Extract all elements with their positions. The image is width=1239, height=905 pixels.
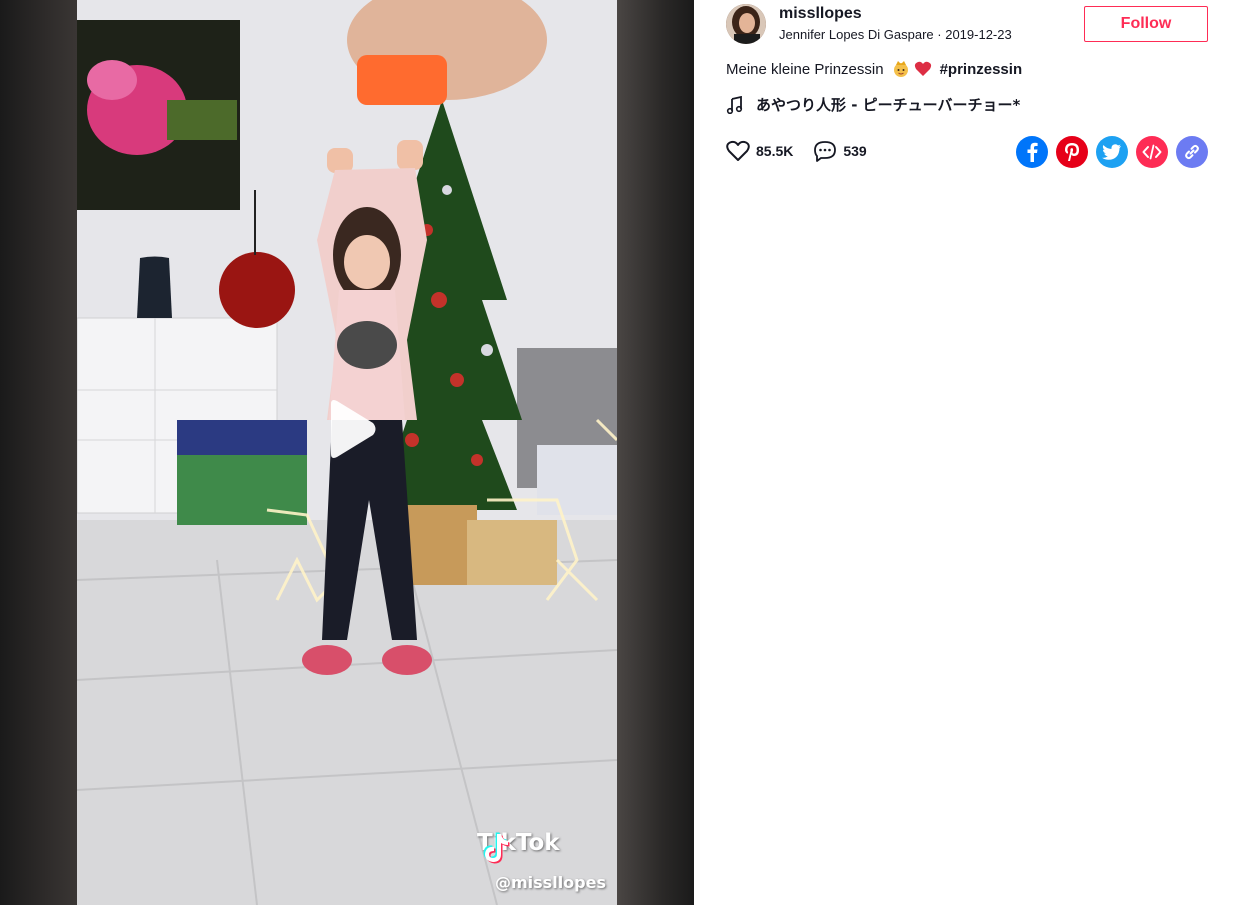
video-player[interactable]: TikTok @missllopes (0, 0, 694, 905)
comment-icon (814, 141, 837, 162)
hashtag-link[interactable]: #prinzessin (940, 61, 1023, 78)
like-count: 85.5K (756, 143, 794, 159)
link-icon (1185, 144, 1199, 160)
heart-icon (726, 140, 750, 161)
share-twitter-button[interactable] (1096, 136, 1128, 168)
music-row[interactable]: あやつり人形 - ピーチューバーチョー* (726, 94, 1020, 115)
avatar-image (726, 4, 766, 44)
princess-emoji (893, 61, 908, 77)
post-date: 2019-12-23 (945, 27, 1012, 42)
share-facebook-button[interactable] (1016, 136, 1048, 168)
share-bar (1016, 136, 1208, 168)
share-embed-button[interactable] (1136, 136, 1168, 168)
video-info-panel: missllopes Jennifer Lopes Di Gaspare · 2… (694, 0, 1239, 905)
comment-button[interactable]: 539 (813, 140, 867, 162)
video-frame[interactable]: TikTok @missllopes (77, 0, 617, 905)
follow-button[interactable]: Follow (1084, 6, 1208, 42)
comment-count: 539 (843, 143, 867, 159)
video-caption: Meine kleine Prinzessin #prinzessin (726, 60, 1022, 78)
twitter-icon (1102, 144, 1121, 160)
watermark-handle: @missllopes (495, 873, 606, 892)
share-pinterest-button[interactable] (1056, 136, 1088, 168)
tiktok-watermark: TikTok (477, 830, 560, 864)
author-block[interactable]: missllopes Jennifer Lopes Di Gaspare · 2… (726, 4, 1012, 44)
music-note-icon (726, 95, 743, 114)
music-title[interactable]: あやつり人形 - ピーチューバーチョー* (756, 94, 1020, 115)
tiktok-video-page: TikTok @missllopes missllopes Jennifer L… (0, 0, 1239, 905)
tiktok-logo-icon (483, 832, 510, 864)
facebook-icon (1027, 142, 1038, 162)
engagement-stats: 85.5K 539 (726, 140, 887, 162)
author-text: missllopes Jennifer Lopes Di Gaspare · 2… (779, 4, 1012, 44)
play-icon (331, 400, 376, 458)
caption-text: Meine kleine Prinzessin (726, 60, 884, 78)
red-heart-emoji (914, 61, 931, 76)
video-blur-backdrop-right (617, 0, 694, 905)
author-subline: Jennifer Lopes Di Gaspare · 2019-12-23 (779, 26, 1012, 44)
video-blur-backdrop-left (0, 0, 77, 905)
author-display-name: Jennifer Lopes Di Gaspare (779, 27, 934, 42)
author-username[interactable]: missllopes (779, 4, 1012, 24)
embed-icon (1142, 144, 1162, 160)
subline-separator: · (933, 27, 946, 42)
copy-link-button[interactable] (1176, 136, 1208, 168)
avatar[interactable] (726, 4, 766, 44)
play-button[interactable] (319, 398, 379, 460)
pinterest-icon (1065, 143, 1079, 161)
like-button[interactable]: 85.5K (726, 140, 793, 162)
